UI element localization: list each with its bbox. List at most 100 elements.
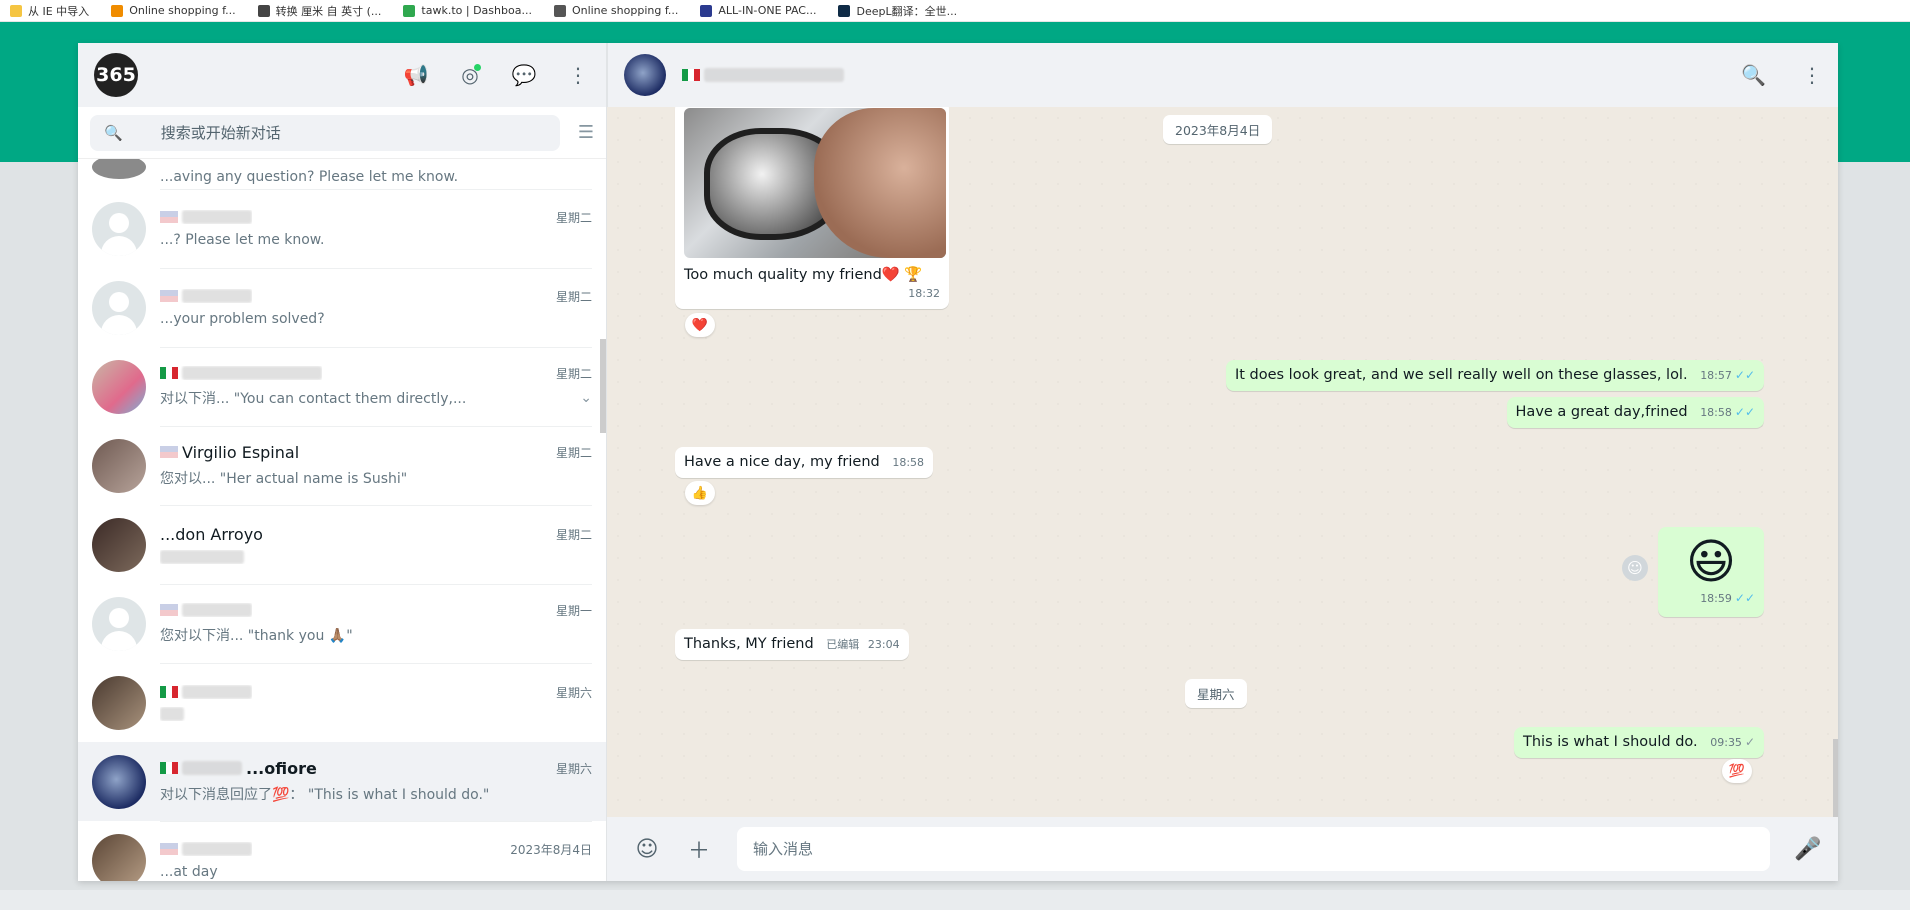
- redacted-block: [160, 549, 244, 564]
- message-in[interactable]: Have a nice day, my friend 18:58: [675, 447, 934, 478]
- chat-list-item[interactable]: Virgilio Espinal 星期二您对以... "Her actual na…: [78, 426, 606, 506]
- message-input[interactable]: [737, 827, 1770, 871]
- bookmark-item[interactable]: 转换 厘米 自 英寸 (...: [257, 3, 381, 19]
- chat-item-body: ...don Arroyo 星期二: [160, 505, 592, 585]
- menu-icon[interactable]: ⋮: [566, 63, 590, 87]
- chat-name: [160, 685, 252, 699]
- message-time: 18:59: [1700, 592, 1732, 605]
- chat-item-body: ...aving any question? Please let me kno…: [160, 159, 592, 190]
- chat-date: 星期二: [555, 527, 592, 542]
- search-input[interactable]: [158, 122, 523, 143]
- new-chat-icon[interactable]: 💬: [512, 63, 537, 87]
- emoji-icon[interactable]: ☺: [633, 837, 661, 862]
- us-flag-icon: [160, 843, 178, 855]
- message-scrollbar[interactable]: [1833, 739, 1838, 817]
- avatar: [92, 159, 146, 179]
- chat-date: 星期二: [555, 210, 592, 225]
- microphone-icon[interactable]: 🎤: [1794, 837, 1822, 862]
- chat-list-item[interactable]: 星期二 ...? Please let me know.: [78, 189, 606, 269]
- bookmark-favicon-icon: [111, 4, 124, 17]
- reaction-badge[interactable]: 💯: [1722, 759, 1752, 783]
- message-text: Have a nice day, my friend: [684, 454, 880, 470]
- chat-item-body: Virgilio Espinal 星期二您对以... "Her actual na…: [160, 426, 592, 506]
- default-avatar-body: [101, 314, 137, 335]
- chat-preview: 对以下消息回应了💯： "This is what I should do.": [160, 784, 592, 804]
- chevron-down-icon[interactable]: ⌄: [580, 390, 592, 406]
- chat-item-body: 星期一 您对以下消... "thank you 🙏🏽": [160, 584, 592, 664]
- contact-name[interactable]: [682, 68, 844, 82]
- redacted-block: [182, 685, 252, 699]
- attach-plus-icon[interactable]: ＋: [685, 833, 713, 865]
- message-in[interactable]: Thanks, MY friend 已编辑 23:04: [675, 629, 909, 660]
- chat-list-item[interactable]: ...aving any question? Please let me kno…: [78, 159, 606, 190]
- bookmark-item[interactable]: Online shopping f...: [553, 4, 678, 17]
- status-icon[interactable]: ◎: [458, 63, 482, 87]
- filter-icon[interactable]: ☰: [578, 122, 594, 143]
- chat-item-top: 星期二: [160, 288, 592, 305]
- chat-list-item[interactable]: 星期二 ...your problem solved?: [78, 268, 606, 348]
- bookmark-favicon-icon: [553, 4, 566, 17]
- reaction-badge[interactable]: 👍: [685, 481, 715, 505]
- italy-flag-icon: [160, 367, 178, 379]
- message-text: Thanks, MY friend: [684, 636, 814, 652]
- profile-logo[interactable]: 365: [94, 53, 138, 97]
- chat-name: ...ofiore: [160, 759, 317, 778]
- chat-item-top: ...don Arroyo 星期二: [160, 525, 592, 544]
- contact-avatar[interactable]: [624, 54, 666, 96]
- bookmark-favicon-icon: [10, 4, 22, 17]
- message-time: 18:32: [908, 287, 940, 300]
- sent-receipt-icon: ✓: [1744, 735, 1755, 749]
- chat-item-body: 2023年8月4日 ...at day: [160, 821, 592, 882]
- megaphone-icon[interactable]: 📢: [404, 63, 429, 87]
- chat-date: 星期二: [555, 445, 592, 460]
- message-out[interactable]: This is what I should do. 09:35 ✓: [1514, 727, 1764, 758]
- message-time: 09:35: [1710, 736, 1742, 749]
- message-out-emoji[interactable]: 😃 18:59 ✓✓: [1658, 527, 1764, 617]
- message-out[interactable]: It does look great, and we sell really w…: [1225, 360, 1764, 391]
- bookmark-item[interactable]: ALL-IN-ONE PAC...: [700, 4, 816, 17]
- chat-preview-text: ...at day: [160, 863, 218, 880]
- bookmark-item[interactable]: tawk.to | Dashboa...: [403, 4, 532, 17]
- edited-label: 已编辑: [826, 638, 860, 651]
- message-time: 18:58: [1700, 406, 1732, 419]
- chat-name: [160, 366, 322, 380]
- chat-list-scrollbar[interactable]: [600, 339, 606, 433]
- sunglasses-photo[interactable]: [684, 108, 946, 258]
- chat-name-text: Virgilio Espinal: [182, 442, 300, 462]
- message-out[interactable]: Have a great day,frined 18:58 ✓✓: [1506, 397, 1764, 428]
- message-time: 23:04: [867, 638, 900, 651]
- avatar: [92, 438, 146, 493]
- conversation-header[interactable]: 🔍 ⋮: [607, 43, 1838, 107]
- status-dot: [474, 64, 481, 71]
- chat-item-body: 星期二 ...? Please let me know.: [160, 189, 592, 269]
- left-header: 365 📢 ◎ 💬 ⋮: [78, 43, 606, 107]
- chat-list-item[interactable]: 星期一 您对以下消... "thank you 🙏🏽": [78, 584, 606, 664]
- message-in-image[interactable]: Too much quality my friend❤️ 🏆 18:32: [675, 107, 949, 309]
- reaction-badge[interactable]: ❤️: [685, 313, 715, 337]
- chat-preview: [160, 706, 592, 721]
- contact-name-redacted: [704, 68, 844, 82]
- chat-date: 星期六: [555, 685, 592, 700]
- bookmark-item[interactable]: 从 IE 中导入: [10, 3, 89, 19]
- us-flag-icon: [160, 446, 178, 458]
- message-area: Too much quality my friend❤️ 🏆 18:32 ❤️ …: [607, 107, 1838, 817]
- redacted-block: [182, 289, 252, 303]
- menu-icon[interactable]: ⋮: [1802, 63, 1822, 87]
- chat-list-item[interactable]: ...don Arroyo 星期二: [78, 505, 606, 585]
- italy-flag-icon: [682, 69, 700, 81]
- avatar: [92, 517, 146, 572]
- bookmark-label: ALL-IN-ONE PAC...: [718, 4, 817, 17]
- search-icon[interactable]: 🔍: [1741, 63, 1766, 87]
- chat-list-item[interactable]: 2023年8月4日 ...at day: [78, 821, 606, 881]
- chat-list-item[interactable]: ...ofiore 星期六 对以下消息回应了💯： "This is what I s…: [78, 742, 606, 822]
- chat-list-item[interactable]: 星期二 对以下消... "You can contact them directl…: [78, 347, 606, 427]
- message-time: 18:57: [1700, 369, 1732, 382]
- bookmark-item[interactable]: Online shopping f...: [111, 4, 236, 17]
- bookmark-item[interactable]: DeepL翻译：全世...: [838, 3, 957, 19]
- chat-list-item[interactable]: 星期六: [78, 663, 606, 743]
- default-avatar-body: [101, 630, 137, 651]
- chat-item-top: 星期二: [160, 365, 592, 382]
- chat-preview-text: 您对以... "Her actual name is Sushi": [160, 470, 408, 487]
- add-reaction-icon[interactable]: ☺: [1622, 555, 1648, 581]
- chat-item-body: 星期二 ...your problem solved?: [160, 268, 592, 348]
